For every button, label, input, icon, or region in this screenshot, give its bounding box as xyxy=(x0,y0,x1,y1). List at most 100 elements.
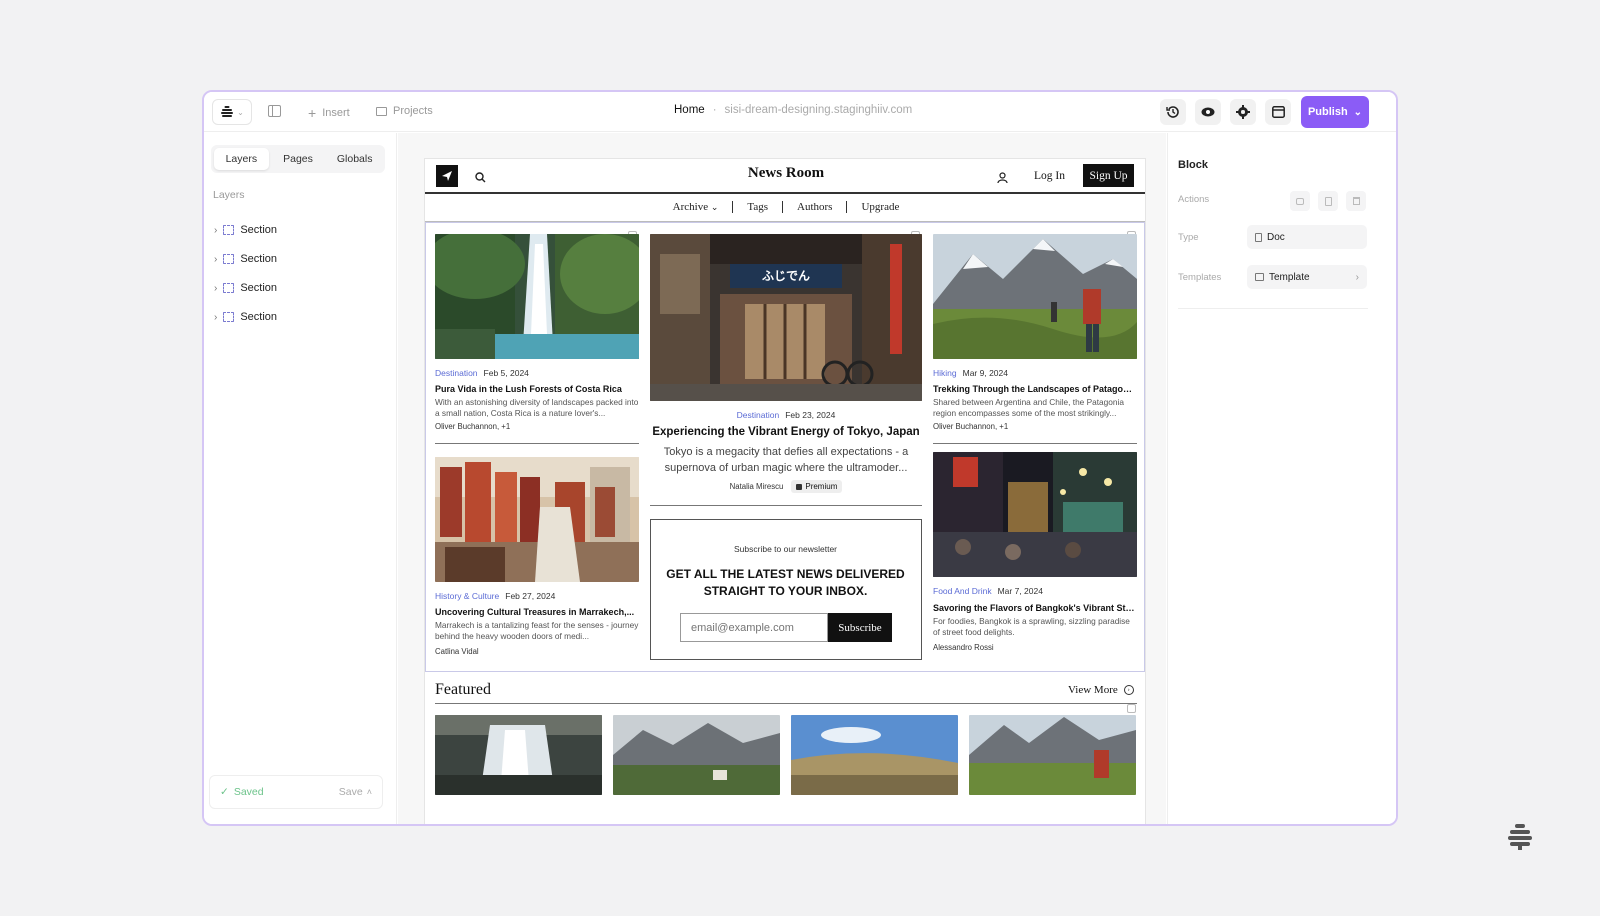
layer-label: Section xyxy=(240,311,278,323)
article-divider xyxy=(933,443,1137,444)
chevron-up-icon: ˄ xyxy=(366,787,372,797)
article-author: Oliver Buchannon, +1 xyxy=(933,422,1009,431)
templates-value: Template xyxy=(1269,271,1310,283)
section-icon xyxy=(223,283,235,293)
featured-article-excerpt: Tokyo is a megacity that defies all expe… xyxy=(663,446,909,474)
article-excerpt: Shared between Argentina and Chile, the … xyxy=(933,397,1124,418)
breadcrumb-home[interactable]: Home xyxy=(674,104,705,116)
nav-separator xyxy=(846,201,848,213)
article-category[interactable]: Food And Drink xyxy=(933,586,992,596)
edit-corner-icon[interactable] xyxy=(1127,704,1136,713)
article-meta: Destination Feb 23, 2024 xyxy=(650,410,922,420)
article-excerpt: With an astonishing diversity of landsca… xyxy=(435,397,639,418)
article-title[interactable]: Savoring the Flavors of Bangkok's Vibran… xyxy=(933,603,1137,613)
panel-divider xyxy=(1178,308,1368,309)
arrow-circle-icon: › xyxy=(1123,685,1134,695)
featured-hiker-photo xyxy=(969,715,1136,795)
projects-label: Projects xyxy=(393,105,433,117)
chevron-right-icon[interactable]: › xyxy=(214,283,217,294)
article-date: Feb 27, 2024 xyxy=(505,591,556,601)
layer-label: Section xyxy=(240,224,278,236)
login-link[interactable]: Log In xyxy=(1034,170,1065,182)
section-icon xyxy=(223,312,235,322)
layers-heading: Layers xyxy=(213,189,245,201)
article-date: Feb 5, 2024 xyxy=(483,368,529,378)
signup-button[interactable]: Sign Up xyxy=(1083,164,1134,187)
article-divider xyxy=(435,443,639,444)
nav-archive[interactable]: Archive ⌄ xyxy=(673,201,719,213)
article-meta: History & Culture Feb 27, 2024 xyxy=(435,591,555,601)
article-category[interactable]: Destination xyxy=(737,410,780,420)
view-more-link[interactable]: View More › xyxy=(1068,684,1134,696)
nav-separator xyxy=(732,201,734,213)
comment-icon[interactable] xyxy=(1290,191,1310,211)
patagonia-hiker-photo xyxy=(933,234,1137,359)
article-author: Catlina Vidal xyxy=(435,647,479,656)
lock-icon xyxy=(796,483,803,490)
layer-item[interactable]: › Section xyxy=(214,307,384,327)
doc-icon xyxy=(1255,232,1262,242)
article-title[interactable]: Uncovering Cultural Treasures in Marrake… xyxy=(435,607,639,617)
chevron-right-icon: › xyxy=(1355,271,1359,283)
newsletter-email-input[interactable] xyxy=(680,613,828,642)
tab-globals[interactable]: Globals xyxy=(327,148,382,170)
nav-authors[interactable]: Authors xyxy=(797,201,832,213)
templates-select[interactable]: Template › xyxy=(1247,265,1367,289)
type-select[interactable]: Doc xyxy=(1247,225,1367,249)
shop-sign-text: ふじでん xyxy=(761,269,810,283)
chevron-right-icon[interactable]: › xyxy=(214,225,217,236)
article-category[interactable]: History & Culture xyxy=(435,591,499,601)
duplicate-icon[interactable] xyxy=(1318,191,1338,211)
right-panel: Block Actions Type Doc Templates Templat… xyxy=(1167,133,1396,824)
layer-item[interactable]: › Section xyxy=(214,249,384,269)
layer-label: Section xyxy=(240,282,278,294)
panel-title: Block xyxy=(1178,159,1208,171)
save-button[interactable]: Save ˄ xyxy=(339,786,372,798)
article-title[interactable]: Trekking Through the Landscapes of Patag… xyxy=(933,384,1137,394)
nav-upgrade[interactable]: Upgrade xyxy=(861,201,899,213)
article-category[interactable]: Destination xyxy=(435,368,478,378)
chevron-down-icon: ⌄ xyxy=(237,107,244,117)
featured-landscape-photo xyxy=(791,715,958,795)
article-category[interactable]: Hiking xyxy=(933,368,957,378)
tab-layers[interactable]: Layers xyxy=(214,148,269,170)
featured-divider xyxy=(435,703,1137,704)
gear-icon[interactable] xyxy=(1230,99,1256,125)
article-title[interactable]: Pura Vida in the Lush Forests of Costa R… xyxy=(435,384,639,394)
layer-item[interactable]: › Section xyxy=(214,278,384,298)
left-panel-tabs: Layers Pages Globals xyxy=(211,145,385,173)
editor-canvas: News Room Log In Sign Up Archive ⌄ Tags … xyxy=(398,133,1166,824)
bangkok-street-photo xyxy=(933,452,1137,577)
eye-icon[interactable] xyxy=(1195,99,1221,125)
article-meta: Destination Feb 5, 2024 xyxy=(435,368,529,378)
subscribe-button[interactable]: Subscribe xyxy=(828,613,892,642)
folder-icon xyxy=(376,106,387,116)
nav-tags[interactable]: Tags xyxy=(747,201,768,213)
layout-icon[interactable] xyxy=(1265,99,1291,125)
article-date: Feb 23, 2024 xyxy=(785,410,836,420)
newsletter-headline-line2: STRAIGHT TO YOUR INBOX. xyxy=(703,584,868,598)
featured-mountain-village-photo xyxy=(613,715,780,795)
site-nav: Archive ⌄ Tags Authors Upgrade xyxy=(425,201,1145,213)
layer-item[interactable]: › Section xyxy=(214,220,384,240)
tab-pages[interactable]: Pages xyxy=(271,148,326,170)
insert-button[interactable]: + Insert xyxy=(308,105,350,121)
article-date: Mar 9, 2024 xyxy=(962,368,1008,378)
sidebar-toggle-icon[interactable] xyxy=(268,105,281,117)
template-icon xyxy=(1255,273,1264,281)
user-icon[interactable] xyxy=(997,170,1008,188)
beehiiv-logo-icon[interactable]: ⌄ xyxy=(212,99,252,125)
featured-article-title[interactable]: Experiencing the Vibrant Energy of Tokyo… xyxy=(650,426,922,438)
chevron-right-icon[interactable]: › xyxy=(214,254,217,265)
tokyo-shop-photo: ふじでん xyxy=(650,234,922,401)
breadcrumb-domain[interactable]: sisi-dream-designing.staginghiiv.com xyxy=(725,104,913,116)
site-preview: News Room Log In Sign Up Archive ⌄ Tags … xyxy=(424,158,1146,824)
chevron-right-icon[interactable]: › xyxy=(214,312,217,323)
projects-button[interactable]: Projects xyxy=(376,105,433,117)
article-meta: Hiking Mar 9, 2024 xyxy=(933,368,1008,378)
actions-label: Actions xyxy=(1178,194,1210,205)
chevron-down-icon: ⌄ xyxy=(1353,106,1363,118)
trash-icon[interactable] xyxy=(1346,191,1366,211)
publish-button[interactable]: Publish ⌄ xyxy=(1301,96,1369,128)
history-icon[interactable] xyxy=(1160,99,1186,125)
